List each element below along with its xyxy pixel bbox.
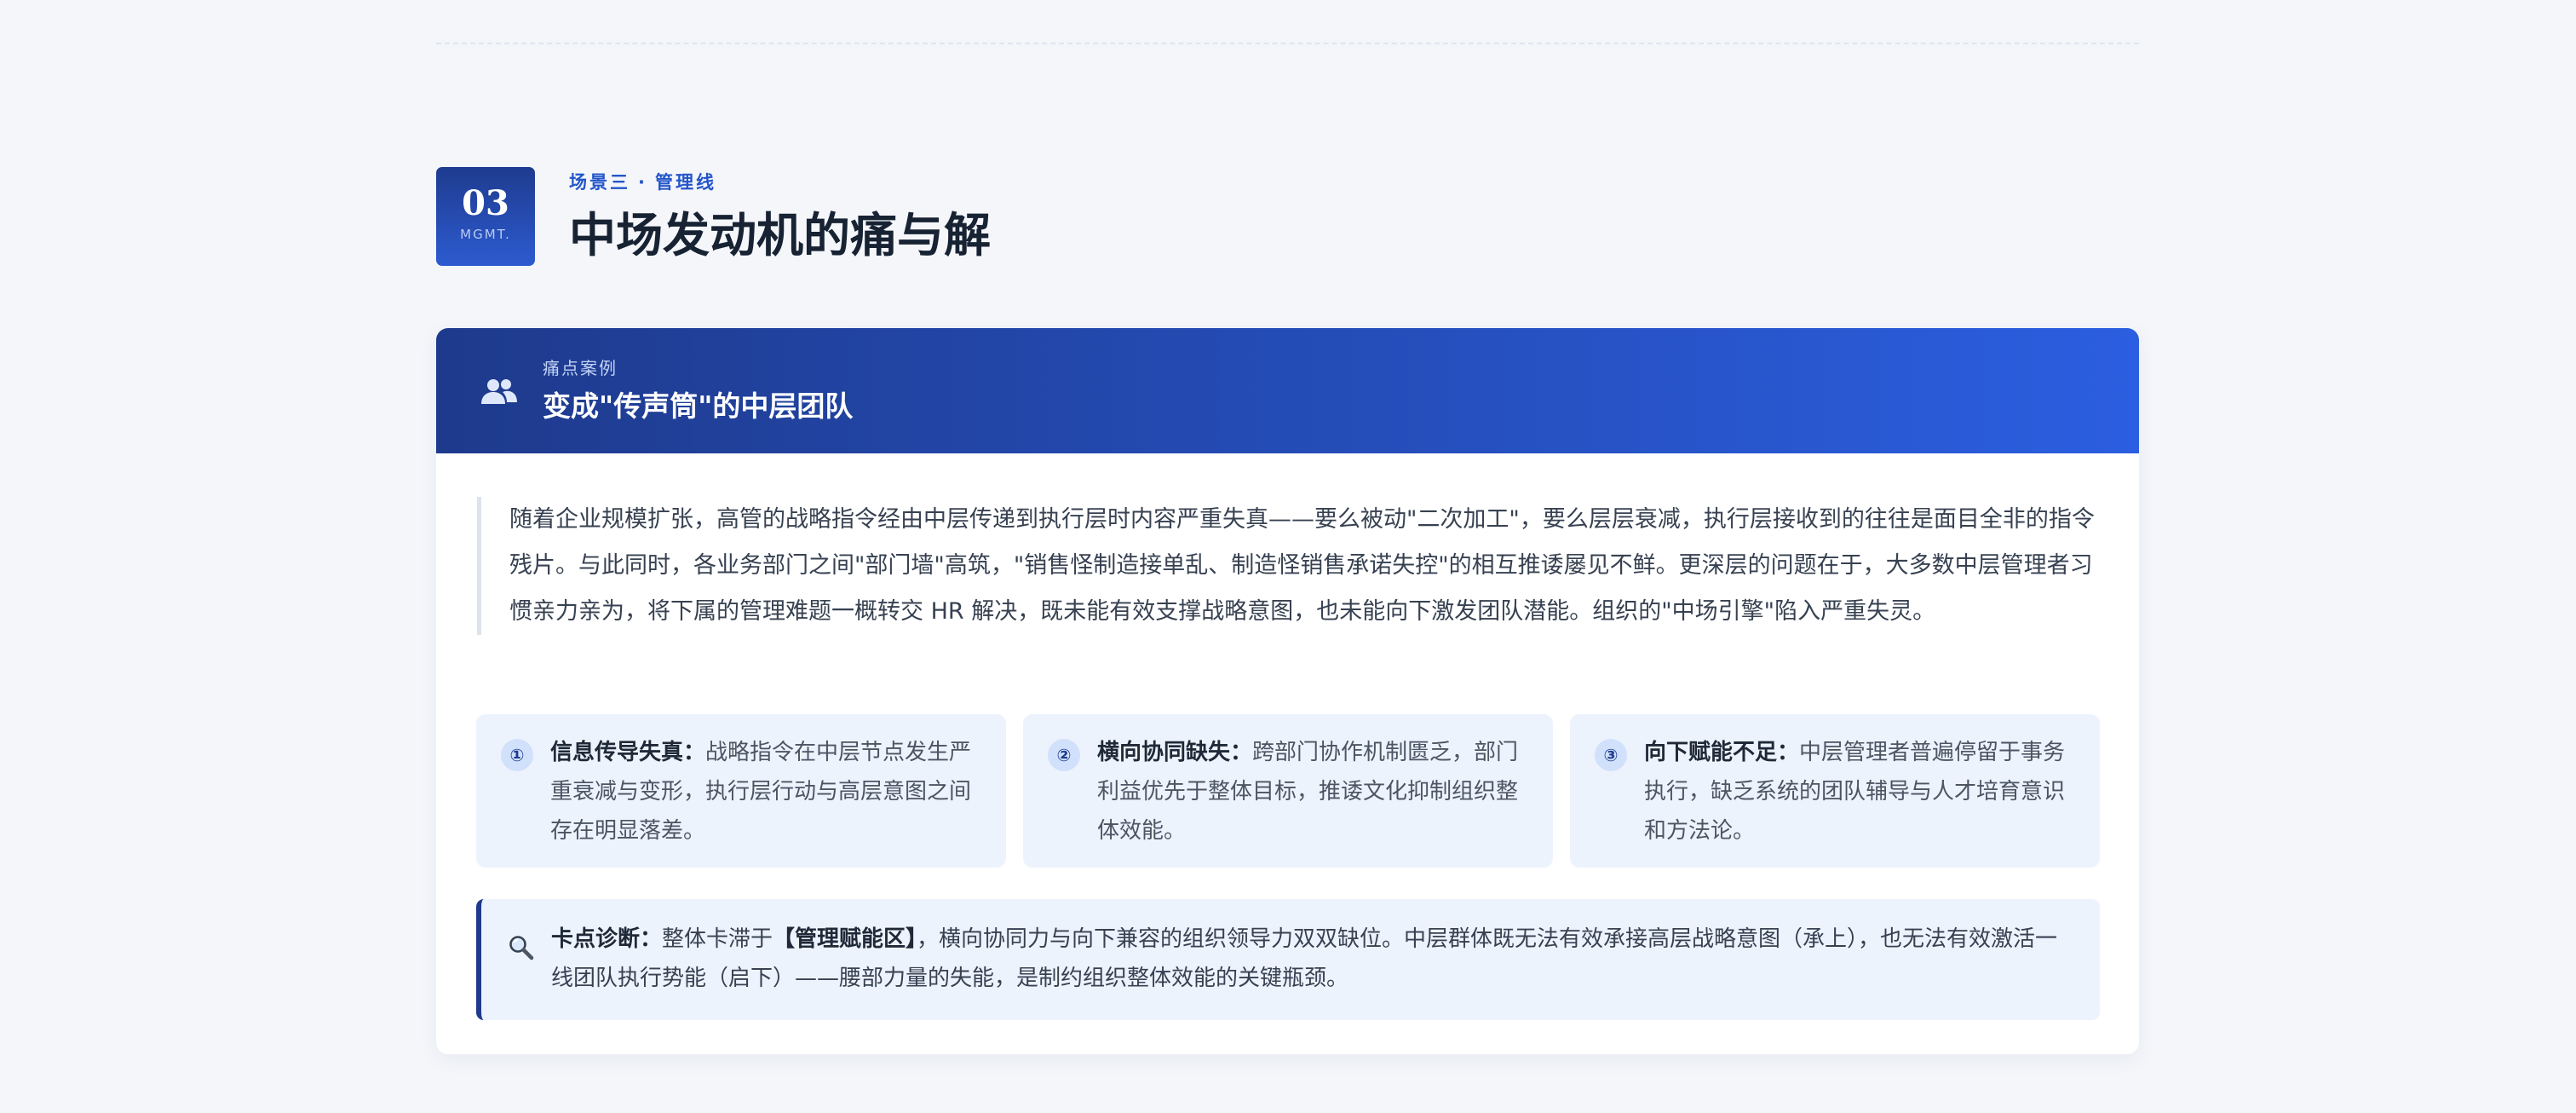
users-icon <box>481 379 517 404</box>
diagnosis-text: 卡点诊断：整体卡滞于【管理赋能区】，横向协同力与向下兼容的组织领导力双双缺位。中… <box>551 920 2072 998</box>
point-text: 信息传导失真：战略指令在中层节点发生严重衰减与变形，执行层行动与高层意图之间存在… <box>550 733 980 851</box>
point-text: 横向协同缺失：跨部门协作机制匮乏，部门利益优先于整体目标，推诿文化抑制组织整体效… <box>1097 733 1527 851</box>
section-abbr: MGMT. <box>460 227 511 242</box>
pain-point-item: ③ 向下赋能不足：中层管理者普遍停留于事务执行，缺乏系统的团队辅导与人才培育意识… <box>1570 714 2100 868</box>
section-number: 03 <box>462 183 509 223</box>
point-label: 横向协同缺失： <box>1097 740 1253 765</box>
section-kicker-scene: 场景三 <box>569 172 630 193</box>
diagnosis-box: 卡点诊断：整体卡滞于【管理赋能区】，横向协同力与向下兼容的组织领导力双双缺位。中… <box>476 899 2100 1020</box>
card-title: 变成"传声筒"的中层团队 <box>543 389 854 423</box>
section-kicker-line: 管理线 <box>654 172 716 193</box>
pain-point-item: ① 信息传导失真：战略指令在中层节点发生严重衰减与变形，执行层行动与高层意图之间… <box>476 714 1006 868</box>
point-number-badge: ② <box>1048 739 1080 771</box>
section-kicker: 场景三 · 管理线 <box>569 170 716 194</box>
diagnosis-key-area: 【管理赋能区】 <box>773 926 917 952</box>
card-header: 痛点案例 变成"传声筒"的中层团队 <box>436 328 2139 453</box>
top-divider <box>436 43 2139 44</box>
point-number-badge: ① <box>501 739 533 771</box>
pain-points: ① 信息传导失真：战略指令在中层节点发生严重衰减与变形，执行层行动与高层意图之间… <box>476 714 2100 868</box>
point-number-badge: ③ <box>1595 739 1627 771</box>
section-number-badge: 03 MGMT. <box>436 167 535 266</box>
diagnosis-text-before: 整体卡滞于 <box>662 926 773 952</box>
section-kicker-separator: · <box>638 172 647 193</box>
point-label: 向下赋能不足： <box>1644 740 1800 765</box>
intro-paragraph: 随着企业规模扩张，高管的战略指令经由中层传递到执行层时内容严重失真——要么被动"… <box>477 497 2113 635</box>
search-icon <box>509 936 534 960</box>
point-label: 信息传导失真： <box>550 740 706 765</box>
pain-case-card: 痛点案例 变成"传声筒"的中层团队 随着企业规模扩张，高管的战略指令经由中层传递… <box>436 328 2139 1054</box>
section-title: 中场发动机的痛与解 <box>569 207 992 262</box>
card-kicker: 痛点案例 <box>543 358 618 378</box>
pain-point-item: ② 横向协同缺失：跨部门协作机制匮乏，部门利益优先于整体目标，推诿文化抑制组织整… <box>1023 714 1553 868</box>
point-text: 向下赋能不足：中层管理者普遍停留于事务执行，缺乏系统的团队辅导与人才培育意识和方… <box>1644 733 2074 851</box>
diagnosis-label: 卡点诊断： <box>551 926 663 952</box>
